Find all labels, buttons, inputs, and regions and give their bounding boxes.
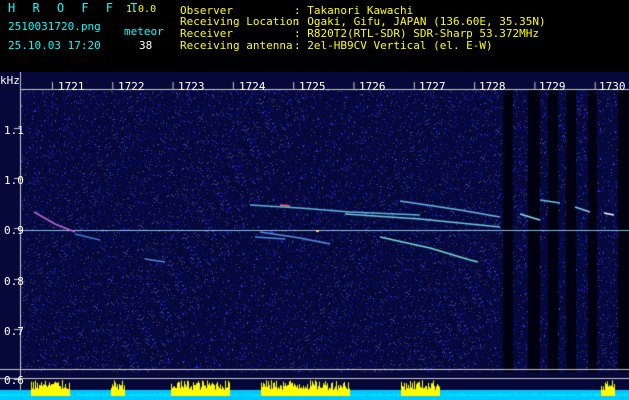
x-tick-label: 1723	[178, 80, 205, 93]
x-tick-label: 1728	[479, 80, 506, 93]
x-tick-label: 1729	[539, 80, 566, 93]
y-tick-label: 0.7	[4, 325, 24, 338]
file-datetime: 25.10.03 17:20	[8, 39, 101, 52]
info-value-antenna: : 2el-HB9CV Vertical (el. E-W)	[294, 39, 493, 52]
x-tick-label: 1730	[599, 80, 626, 93]
y-axis-unit: kHz	[0, 74, 20, 87]
y-tick-label: 1.1	[4, 124, 24, 137]
spectrogram-plot	[0, 72, 629, 400]
app-title: H R O F F T	[8, 1, 143, 15]
y-tick-label: 1.0	[4, 174, 24, 187]
y-tick-label: 0.8	[4, 275, 24, 288]
x-tick-label: 1726	[359, 80, 386, 93]
y-tick-label: 0.6	[4, 374, 24, 387]
x-tick-label: 1724	[239, 80, 266, 93]
x-tick-label: 1722	[118, 80, 145, 93]
file-name: 2510031720.png	[8, 20, 101, 33]
meteor-label: meteor	[124, 25, 164, 38]
info-label-antenna: Receiving antenna	[180, 39, 293, 52]
app-version: 1.0.0	[126, 4, 157, 15]
x-tick-label: 1727	[419, 80, 446, 93]
header-panel: H R O F F T 1.0.0 2510031720.png 25.10.0…	[0, 0, 629, 72]
y-tick-label: 0.9	[4, 224, 24, 237]
meteor-count: 38	[139, 39, 153, 52]
x-tick-label: 1721	[58, 80, 85, 93]
x-tick-label: 1725	[299, 80, 326, 93]
